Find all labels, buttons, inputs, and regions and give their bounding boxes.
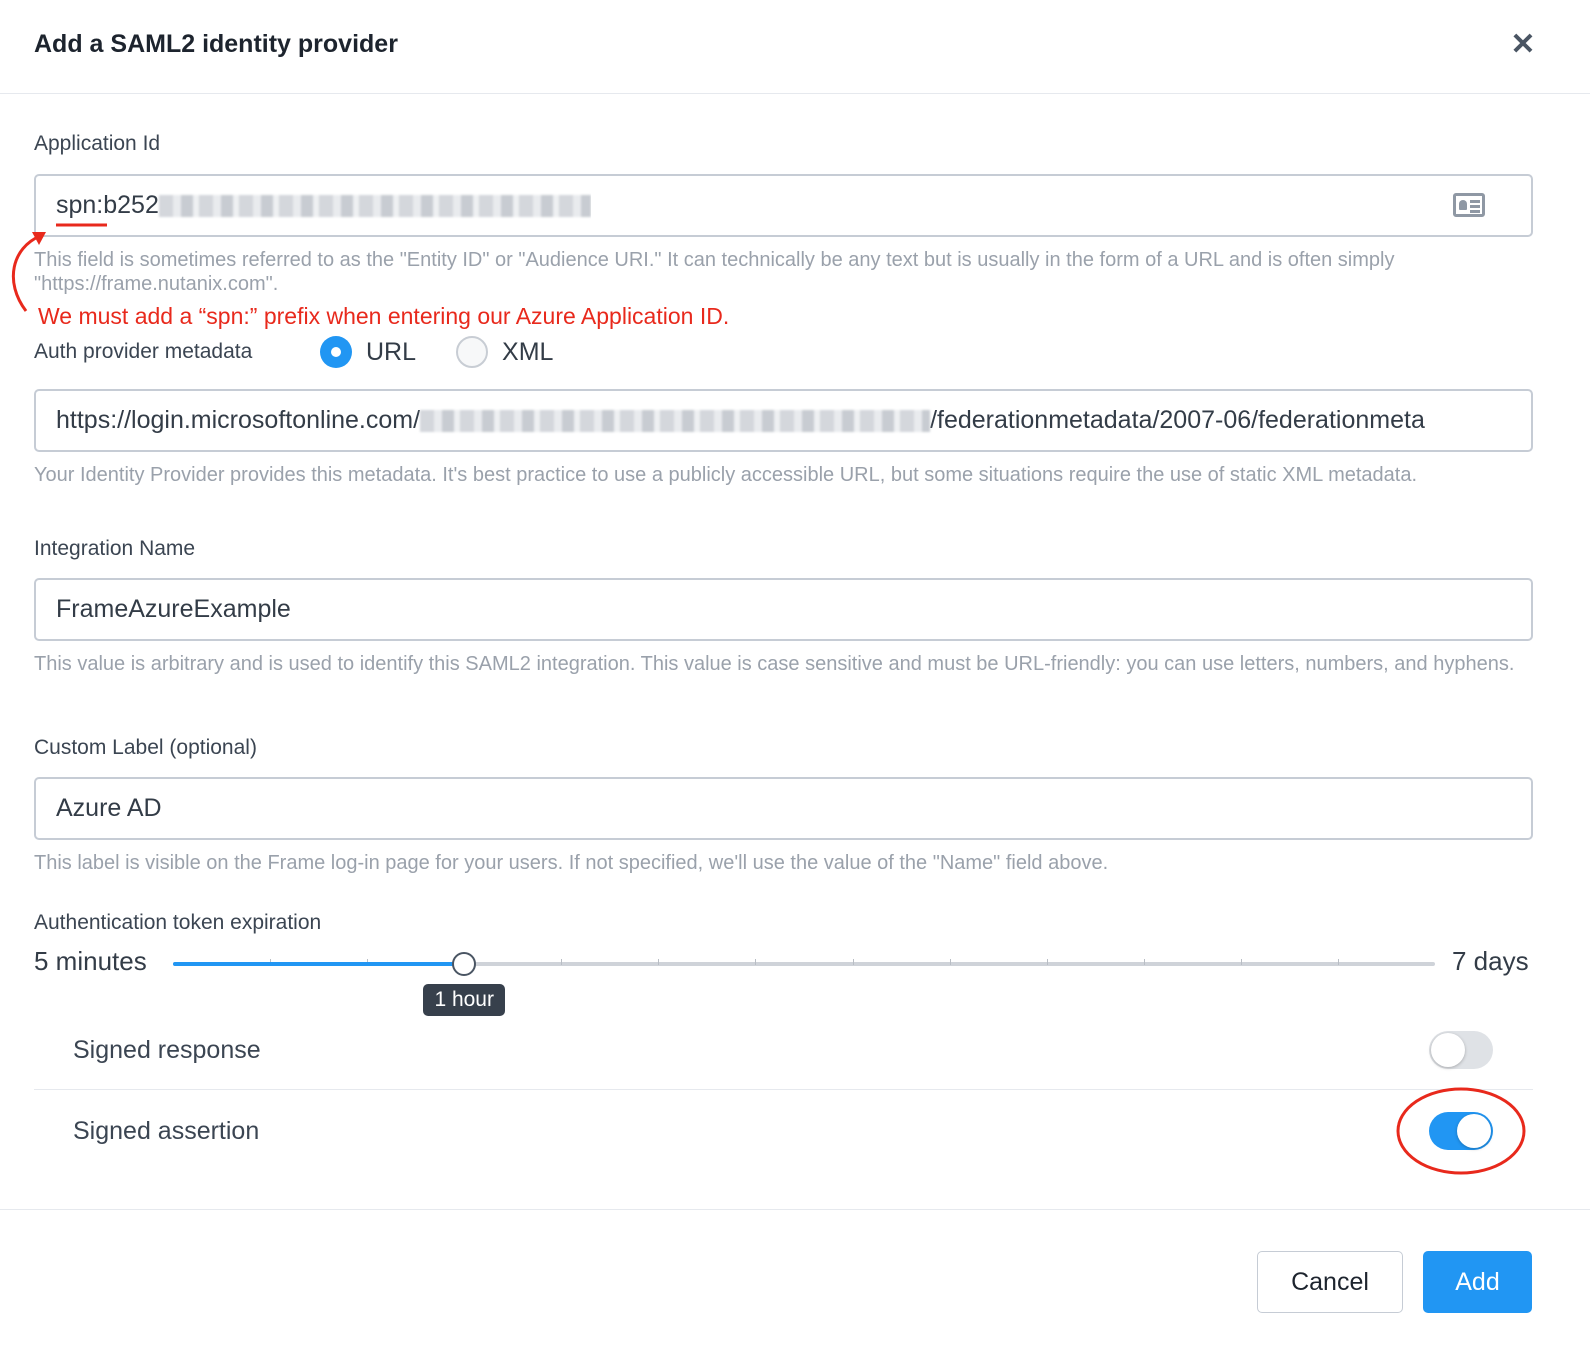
contact-card-icon[interactable]	[1453, 193, 1485, 217]
signed-assertion-label: Signed assertion	[73, 1117, 260, 1145]
custom-label-value: Azure AD	[56, 794, 162, 822]
annotation-note: We must add a “spn:” prefix when enterin…	[38, 303, 730, 329]
slider-tick	[755, 959, 757, 965]
slider-tick	[658, 959, 660, 965]
add-button[interactable]: Add	[1423, 1251, 1532, 1313]
metadata-label: Auth provider metadata	[34, 340, 253, 363]
radio-xml-label: XML	[502, 337, 554, 366]
slider-tick	[1046, 959, 1048, 965]
slider-tick	[561, 959, 563, 965]
integration-name-value: FrameAzureExample	[56, 595, 291, 623]
integration-name-label: Integration Name	[34, 537, 196, 560]
signed-response-row: Signed response	[34, 1010, 1533, 1090]
close-icon[interactable]: ✕	[1508, 30, 1538, 60]
slider-thumb[interactable]	[452, 952, 477, 976]
metadata-url-input[interactable]: https://login.microsoftonline.com/ /feder…	[34, 389, 1533, 452]
token-expiration-label: Authentication token expiration	[34, 911, 322, 934]
radio-xml[interactable]	[456, 336, 489, 368]
metadata-url-suffix: /federationmetadata/2007-06/federationme…	[930, 406, 1425, 434]
application-id-input[interactable]: spn:b252	[34, 174, 1533, 237]
redacted-text	[420, 410, 931, 433]
signed-assertion-toggle[interactable]	[1429, 1112, 1493, 1150]
metadata-type-radio-group: URL XML	[320, 335, 579, 369]
token-expiration-slider[interactable]	[173, 952, 1435, 976]
metadata-url-value: https://login.microsoftonline.com/ /feder…	[56, 391, 1513, 450]
application-id-visible-text: spn:b252	[56, 191, 159, 219]
slider-tick	[1337, 959, 1339, 965]
footer-divider	[0, 1209, 1590, 1210]
slider-min-label: 5 minutes	[34, 946, 147, 976]
custom-label-input[interactable]: Azure AD	[34, 777, 1533, 840]
slider-max-label: 7 days	[1452, 946, 1529, 976]
slider-tick	[852, 959, 854, 965]
metadata-url-prefix: https://login.microsoftonline.com/	[56, 406, 421, 434]
application-id-value: spn:b252	[56, 176, 591, 235]
slider-fill	[173, 962, 465, 966]
slider-tick	[949, 959, 951, 965]
integration-name-help: This value is arbitrary and is used to i…	[34, 653, 1515, 675]
signed-assertion-row: Signed assertion	[34, 1091, 1533, 1171]
signed-response-toggle[interactable]	[1429, 1031, 1493, 1069]
radio-url-label: URL	[366, 337, 417, 366]
application-id-label: Application Id	[34, 132, 161, 155]
signed-response-label: Signed response	[73, 1036, 261, 1064]
dialog-title: Add a SAML2 identity provider	[34, 30, 398, 58]
dialog-header: Add a SAML2 identity provider ✕	[0, 0, 1590, 94]
radio-url[interactable]	[320, 336, 352, 368]
custom-label-label: Custom Label (optional)	[34, 736, 257, 759]
custom-label-help: This label is visible on the Frame log-i…	[34, 852, 1109, 874]
integration-name-input[interactable]: FrameAzureExample	[34, 578, 1533, 641]
cancel-button[interactable]: Cancel	[1257, 1251, 1403, 1313]
metadata-help: Your Identity Provider provides this met…	[34, 464, 1418, 486]
slider-tick	[1240, 959, 1242, 965]
redacted-text	[158, 195, 591, 218]
application-id-help: This field is sometimes referred to as t…	[34, 249, 1395, 295]
slider-tick	[1143, 959, 1145, 965]
